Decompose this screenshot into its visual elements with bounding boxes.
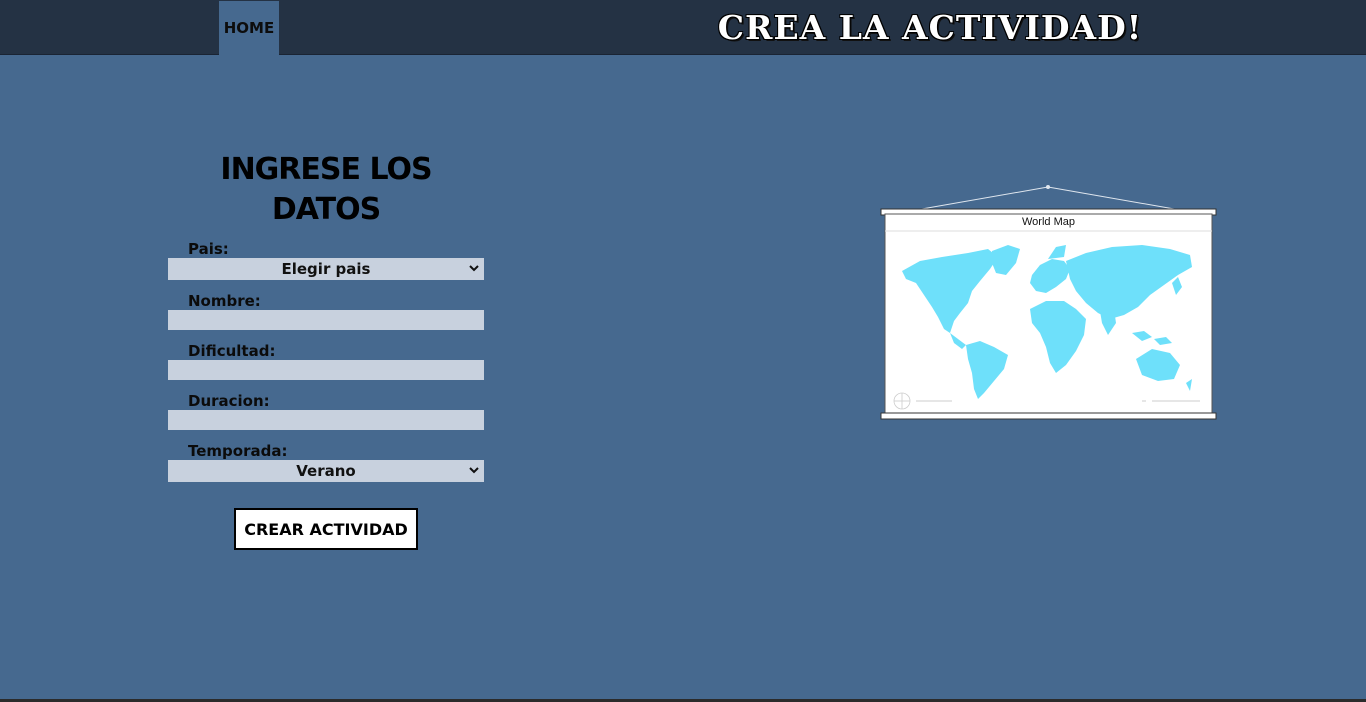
name-input[interactable] (168, 310, 484, 330)
difficulty-label: Dificultad: (188, 342, 276, 360)
chevron-down-icon (469, 467, 479, 474)
season-select-value: Verano (296, 462, 356, 480)
season-label: Temporada: (188, 442, 288, 460)
home-button[interactable]: HOME (219, 1, 279, 55)
world-map-poster: World Map (880, 183, 1218, 421)
page-title: CREA LA ACTIVIDAD! (717, 8, 1143, 47)
duration-label: Duracion: (188, 392, 270, 410)
duration-input[interactable] (168, 410, 484, 430)
top-navbar: HOME CREA LA ACTIVIDAD! (0, 0, 1366, 55)
country-select-value: Elegir pais (281, 260, 371, 278)
create-activity-button[interactable]: CREAR ACTIVIDAD (234, 508, 418, 550)
name-label: Nombre: (188, 292, 261, 310)
country-label: Pais: (188, 240, 229, 258)
difficulty-input[interactable] (168, 360, 484, 380)
map-title: World Map (1022, 216, 1075, 228)
form-title: INGRESE LOS DATOS (220, 152, 432, 227)
season-select[interactable]: Verano (168, 460, 484, 482)
country-select[interactable]: Elegir pais (168, 258, 484, 280)
compass-rose-icon (893, 392, 911, 410)
chevron-down-icon (469, 265, 479, 272)
